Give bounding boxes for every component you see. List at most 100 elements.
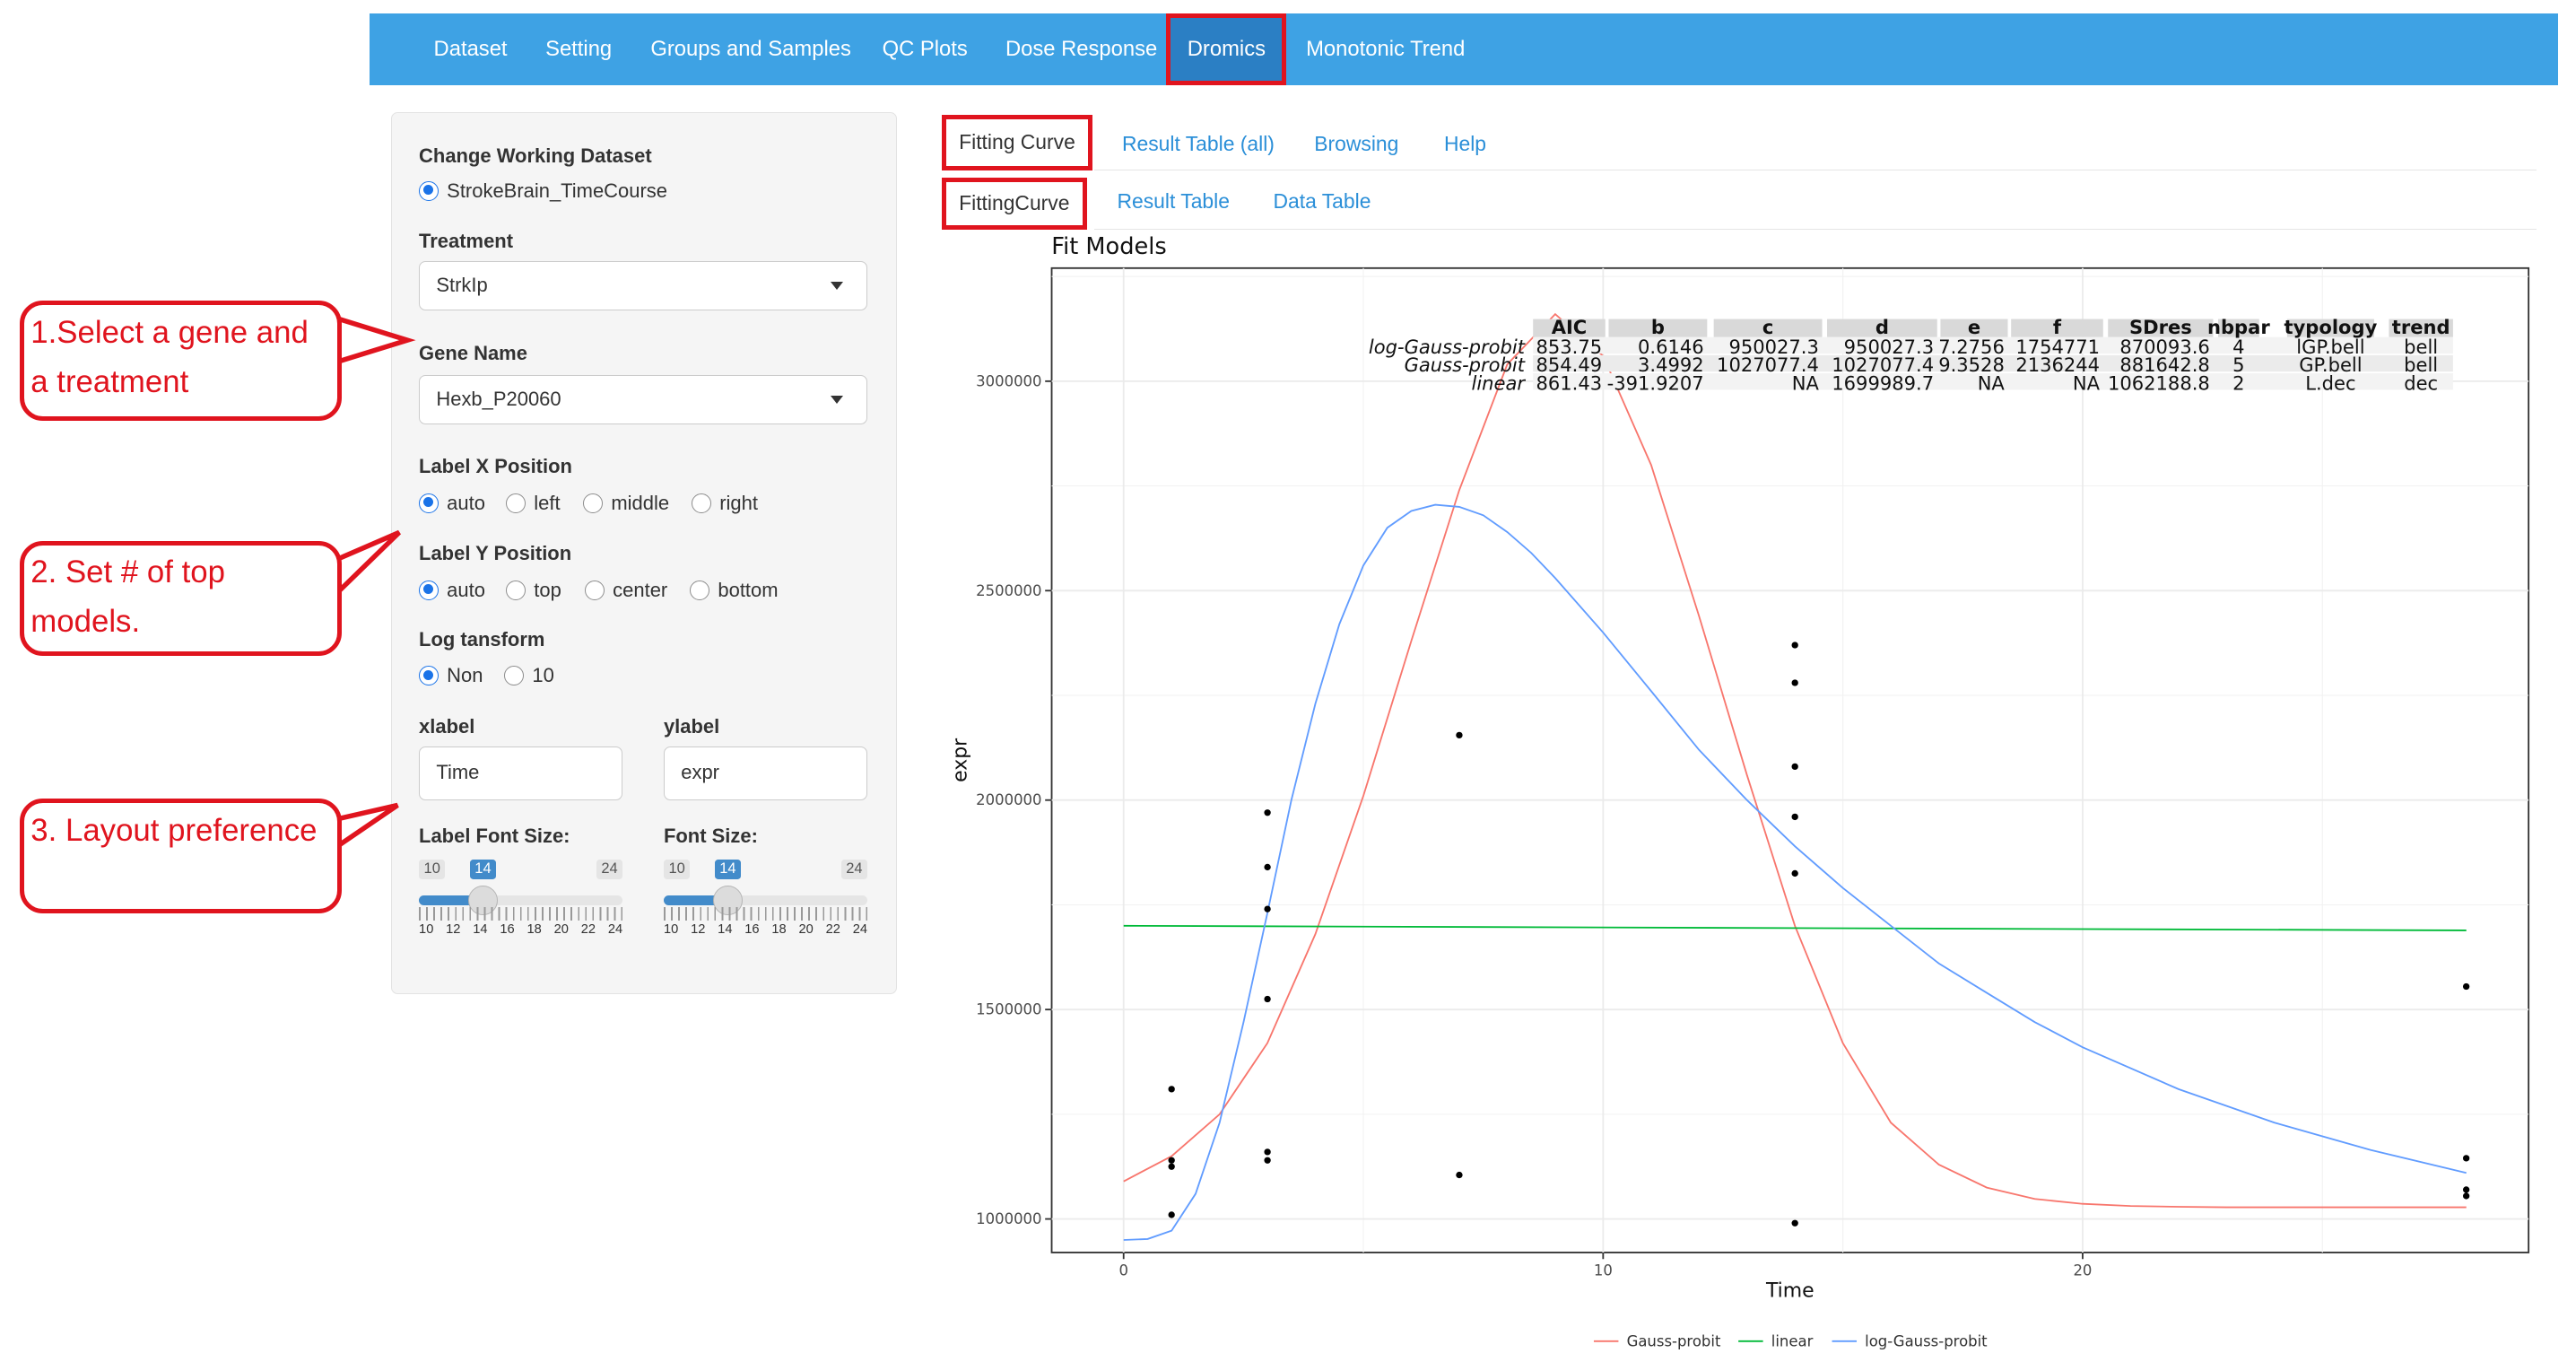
nav-monotonic-trend[interactable]: Monotonic Trend xyxy=(1306,13,1465,86)
labely-radio-top[interactable]: top xyxy=(506,579,561,602)
data-point xyxy=(1264,808,1271,816)
tick-label: 22 xyxy=(825,921,840,937)
radio-label: middle xyxy=(611,491,670,514)
callout-1: 1.Select a gene and a treatment xyxy=(19,301,342,421)
xlabel-value: Time xyxy=(436,760,480,783)
callout-2: 2. Set # of top models. xyxy=(19,540,342,656)
radio-selected-icon xyxy=(419,180,439,201)
tick-label: 18 xyxy=(771,921,787,937)
radio-label: auto xyxy=(447,578,485,601)
labelx-radio-left[interactable]: left xyxy=(506,491,561,515)
treatment-select[interactable]: StrkIp xyxy=(419,261,868,311)
radio-selected-icon xyxy=(419,493,439,513)
labelx-radio-auto[interactable]: auto xyxy=(419,492,485,515)
xlabel-label: xlabel xyxy=(419,714,475,738)
table-cell: 2 xyxy=(2232,371,2244,394)
treatment-value: StrkIp xyxy=(436,274,488,297)
x-tick-label: 10 xyxy=(1594,1262,1613,1279)
slider-tick-labels: 10 12 14 16 18 20 22 24 xyxy=(419,922,622,937)
data-point xyxy=(1264,995,1271,1002)
slider-ticks xyxy=(419,907,623,921)
table-cell: NA xyxy=(2073,371,2101,394)
table-cell: -391.9207 xyxy=(1606,371,1703,394)
table-cell: 1062188.8 xyxy=(2108,371,2210,394)
radio-selected-icon xyxy=(419,665,439,685)
x-axis-title: Time xyxy=(1765,1279,1815,1302)
y-tick-label: 1000000 xyxy=(976,1210,1041,1227)
table-cell: dec xyxy=(2404,371,2438,394)
nav-setting[interactable]: Setting xyxy=(545,13,612,86)
tick-label: 16 xyxy=(744,921,760,937)
log-transform-label: Log tansform xyxy=(419,627,545,650)
y-axis-title: expr xyxy=(949,738,971,782)
tab-result-table-all[interactable]: Result Table (all) xyxy=(1122,132,1275,156)
tick-label: 10 xyxy=(419,921,434,937)
data-point xyxy=(1791,869,1798,877)
tick-label: 20 xyxy=(798,921,814,937)
nav-qc-plots[interactable]: QC Plots xyxy=(883,13,968,86)
callout-2-pointer xyxy=(335,529,401,598)
labely-radio-bottom[interactable]: bottom xyxy=(690,579,779,602)
table-cell: NA xyxy=(1977,371,2005,394)
data-point xyxy=(1455,731,1463,738)
nav-dromics[interactable]: Dromics xyxy=(1166,13,1287,86)
nav-dose-response[interactable]: Dose Response xyxy=(1005,13,1157,86)
data-point xyxy=(2462,1185,2469,1193)
log-radio-10[interactable]: 10 xyxy=(504,664,554,687)
gene-select[interactable]: Hexb_P20060 xyxy=(419,374,868,424)
labelx-radio-right[interactable]: right xyxy=(692,492,758,515)
label-font-size-slider[interactable]: 10 14 24 10 12 14 16 18 20 22 24 xyxy=(419,854,623,939)
legend-label: log-Gauss-probit xyxy=(1865,1332,1988,1349)
radio-selected-icon xyxy=(419,580,439,600)
nav-dataset[interactable]: Dataset xyxy=(434,13,508,86)
font-size-slider[interactable]: 10 14 24 10 12 14 16 18 20 22 24 xyxy=(663,854,868,939)
y-tick-label: 1500000 xyxy=(976,1000,1041,1017)
tick-label: 16 xyxy=(500,921,515,937)
legend-label: Gauss-probit xyxy=(1626,1332,1720,1349)
x-tick-label: 0 xyxy=(1118,1262,1127,1279)
tab-fitting-curve[interactable]: Fitting Curve xyxy=(941,115,1093,171)
data-point xyxy=(1168,1157,1175,1164)
tab-browsing[interactable]: Browsing xyxy=(1314,132,1398,156)
tick-label: 14 xyxy=(718,921,733,937)
ylabel-label: ylabel xyxy=(663,714,720,738)
tick-label: 10 xyxy=(663,921,679,937)
subtab-data-table[interactable]: Data Table xyxy=(1273,189,1371,214)
labely-radio-center[interactable]: center xyxy=(585,579,667,602)
data-point xyxy=(2462,982,2469,990)
tab-help[interactable]: Help xyxy=(1444,132,1486,156)
label-font-size-label: Label Font Size: xyxy=(419,825,570,848)
data-point xyxy=(1455,1171,1463,1178)
tick-label: 24 xyxy=(607,921,623,937)
data-point xyxy=(1168,1085,1175,1093)
radio-icon xyxy=(583,493,604,513)
table-cell: 861.43 xyxy=(1536,371,1602,394)
dataset-radio[interactable]: StrokeBrain_TimeCourse xyxy=(419,179,667,203)
radio-label: top xyxy=(534,578,561,601)
radio-label: right xyxy=(719,491,758,514)
labely-radio-auto[interactable]: auto xyxy=(419,579,485,602)
slider-value-label: 14 xyxy=(714,859,742,879)
label-y-label: Label Y Position xyxy=(419,542,572,565)
radio-label: 10 xyxy=(532,663,554,686)
legend-label: linear xyxy=(1771,1332,1813,1349)
radio-icon xyxy=(506,580,527,600)
radio-label: left xyxy=(534,491,561,514)
data-point xyxy=(1791,813,1798,820)
tick-label: 12 xyxy=(691,921,706,937)
subtab-result-table[interactable]: Result Table xyxy=(1117,189,1229,214)
slider-tick-labels: 10 12 14 16 18 20 22 24 xyxy=(664,922,867,937)
slider-value-label: 14 xyxy=(469,859,497,879)
radio-label: center xyxy=(613,578,668,601)
data-point xyxy=(1791,1219,1798,1227)
slider-ticks xyxy=(663,907,868,921)
subtabs-divider xyxy=(1093,228,2537,231)
ylabel-input[interactable]: expr xyxy=(663,746,868,800)
subtab-fittingcurve[interactable]: FittingCurve xyxy=(941,177,1088,231)
tick-label: 18 xyxy=(527,921,542,937)
xlabel-input[interactable]: Time xyxy=(419,746,623,800)
plot-panel xyxy=(1050,266,2529,1253)
nav-groups-samples[interactable]: Groups and Samples xyxy=(650,13,851,86)
labelx-radio-middle[interactable]: middle xyxy=(583,492,669,515)
log-radio-non[interactable]: Non xyxy=(419,664,483,687)
